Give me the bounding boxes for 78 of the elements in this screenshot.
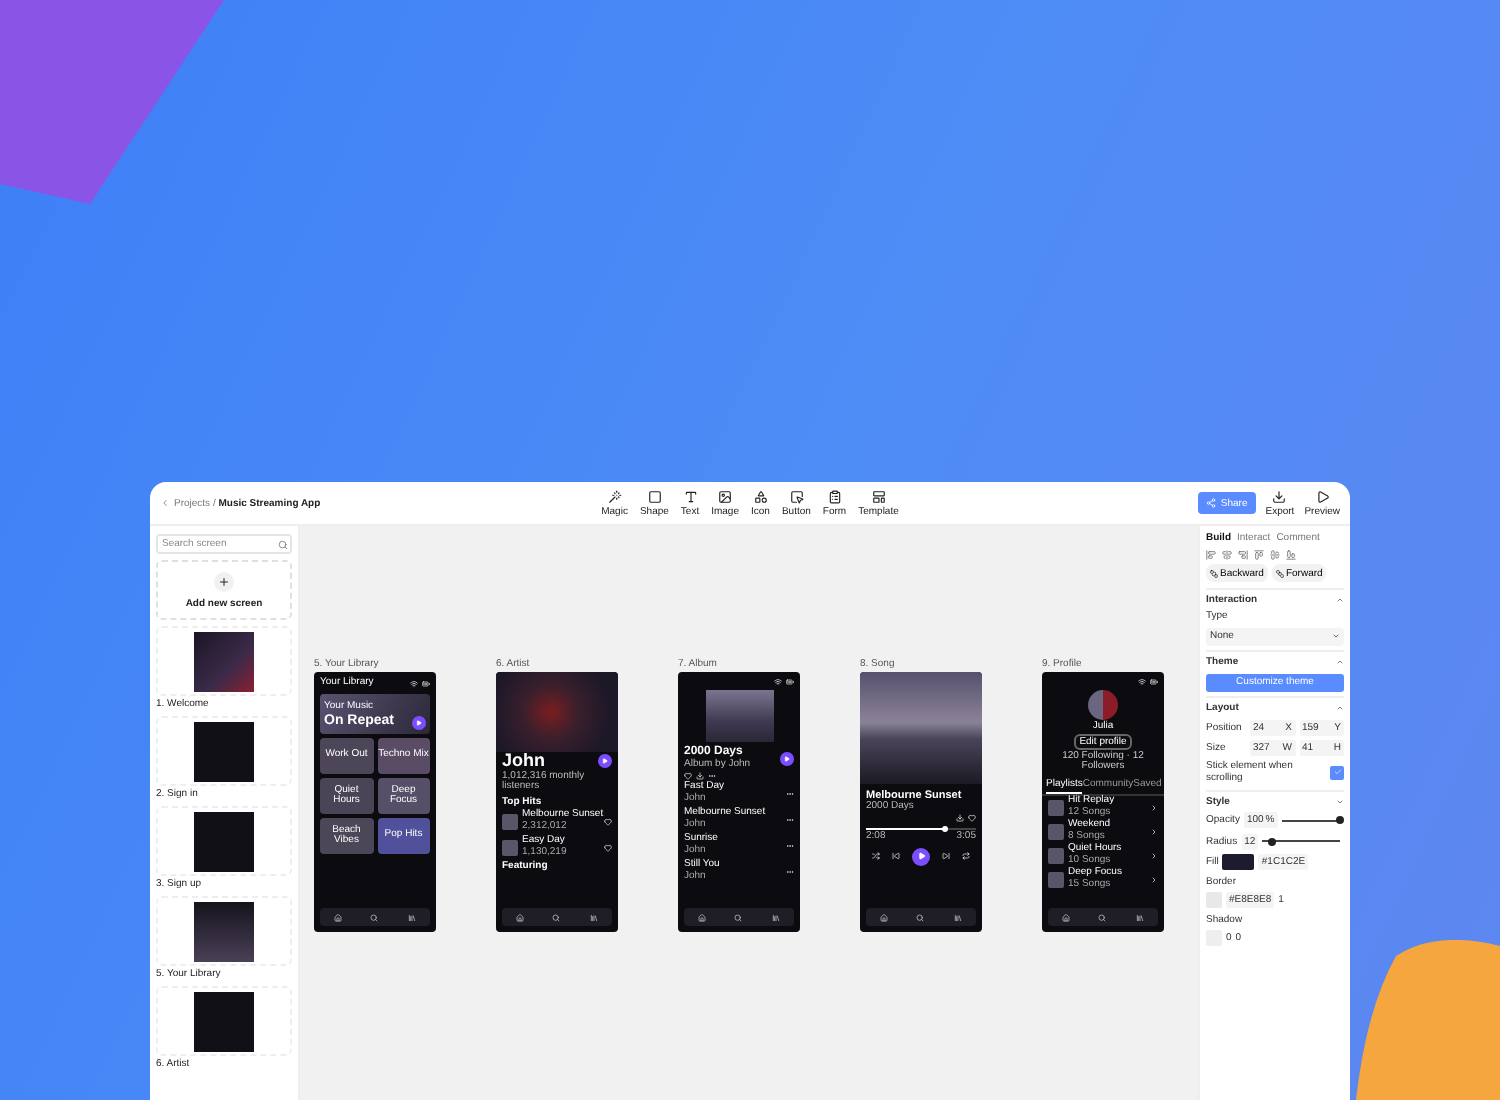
library-icon[interactable] [771,913,780,921]
avatar [1088,690,1118,720]
color-swatch[interactable] [1222,854,1255,870]
screen-thumbnail [194,721,254,781]
search-icon[interactable] [734,913,743,921]
play-button[interactable] [598,754,612,769]
download-icon[interactable] [956,813,964,822]
screen-thumbnail [194,991,254,1051]
check-icon [1333,768,1341,776]
battery-icon [1150,678,1158,686]
heart-icon[interactable] [684,772,692,781]
library-icon[interactable] [407,913,416,921]
home-icon[interactable] [516,913,525,921]
plus-icon [214,571,234,591]
photo-placeholder [860,672,982,784]
wifi-icon [410,679,418,688]
screen-card[interactable] [156,806,292,876]
pointer-icon [789,489,804,503]
next-icon[interactable] [942,852,950,861]
heart-icon[interactable] [604,817,612,826]
image-icon [718,489,733,503]
screen-thumbnail [194,901,254,961]
battery-icon [786,678,794,686]
screen-card[interactable] [156,986,292,1056]
screen-card[interactable] [156,896,292,966]
play-icon [602,758,608,765]
play-button[interactable] [912,847,930,866]
download-icon [1272,489,1287,503]
search-icon [278,539,288,549]
repeat-icon[interactable] [962,852,970,861]
play-icon [917,852,925,861]
screen-card[interactable] [156,716,292,786]
square-icon [647,489,662,503]
align-bottom-icon[interactable] [1286,549,1296,559]
heart-icon[interactable] [968,813,976,822]
wifi-icon [774,678,782,686]
search-icon[interactable] [370,913,379,921]
screen-thumbnail [194,811,254,871]
previous-icon[interactable] [892,852,900,861]
template-icon [871,489,886,503]
search-icon[interactable] [916,913,925,921]
align-top-icon[interactable] [1254,549,1264,559]
screen-card[interactable] [156,626,292,696]
home-icon[interactable] [698,913,707,921]
screen-thumbnail [194,631,254,691]
library-icon[interactable] [953,913,962,921]
slider-thumb[interactable] [1267,837,1276,845]
bring-front-icon [1275,569,1284,577]
align-left-icon[interactable] [1206,549,1216,559]
home-icon[interactable] [1062,913,1071,921]
progress-thumb[interactable] [941,825,949,833]
album-cover [705,690,773,742]
form-icon [827,489,842,503]
search-icon[interactable] [1098,913,1107,921]
play-icon [1315,489,1330,503]
photo-placeholder [496,672,618,752]
checkbox[interactable] [1330,765,1344,779]
play-button[interactable] [412,715,426,729]
home-icon[interactable] [334,913,343,921]
send-back-icon [1210,569,1218,577]
home-icon[interactable] [880,913,889,921]
artist-name: John [502,752,545,771]
play-icon [784,755,790,762]
library-icon[interactable] [1135,913,1144,921]
play-button[interactable] [780,751,794,766]
download-icon[interactable] [696,772,704,781]
heart-icon[interactable] [604,843,612,852]
search-icon[interactable] [552,913,561,921]
wifi-icon [1138,678,1146,686]
slider-thumb[interactable] [1336,816,1344,824]
shapes-icon [753,489,768,503]
align-right-icon[interactable] [1238,549,1248,559]
battery-icon [422,679,430,688]
play-icon [416,719,422,725]
shuffle-icon[interactable] [872,852,880,861]
library-icon[interactable] [589,913,598,921]
share-icon [1206,498,1217,508]
text-icon [683,489,697,503]
